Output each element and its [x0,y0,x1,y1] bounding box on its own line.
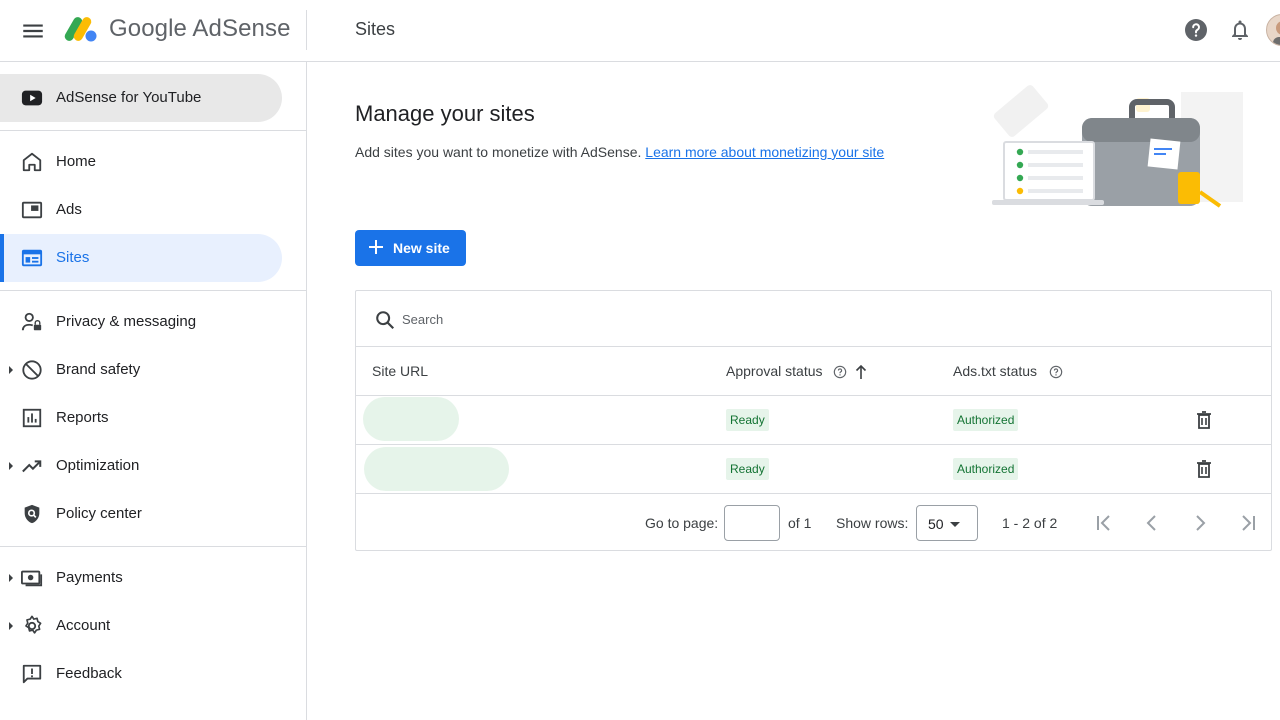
brand-name: Google AdSense [109,15,291,42]
privacy-icon [21,312,42,331]
sidebar-item-brand-safety[interactable]: Brand safety [0,346,282,394]
total-pages-text: of 1 [788,515,812,531]
expand-caret-icon [9,622,13,630]
sidebar-divider [0,130,306,131]
sidebar-item-policy-center[interactable]: Policy center [0,490,282,538]
approval-status-badge: Ready [726,458,769,480]
rows-per-page-select[interactable]: 50 [916,505,978,541]
gear-icon [25,615,42,634]
sort-ascending-arrow-icon[interactable] [854,364,868,380]
description-text: Add sites you want to monetize with AdSe… [355,144,642,160]
sidebar-item-payments[interactable]: Payments [0,554,282,602]
block-icon [22,360,42,380]
help-outline-icon[interactable] [1049,365,1063,379]
sidebar-item-label: Policy center [56,505,142,522]
sidebar-item-label: Payments [56,569,123,586]
sites-icon [21,249,43,267]
column-header-site-url[interactable]: Site URL [372,363,428,379]
hamburger-menu-icon[interactable] [20,18,46,44]
dropdown-arrow-icon [950,522,960,527]
next-page-icon[interactable] [1188,511,1212,535]
sidebar-divider [0,290,306,291]
approval-status-badge: Ready [726,409,769,431]
sidebar-item-label: Optimization [56,457,140,474]
manage-sites-description: Add sites you want to monetize with AdSe… [355,144,884,160]
delete-trash-icon[interactable] [1194,459,1214,479]
sidebar-item-ads[interactable]: Ads [0,186,282,234]
sites-table: Site URL Approval status Ads.txt status … [355,290,1272,551]
page-number-input[interactable] [724,505,780,541]
expand-caret-icon [9,574,13,582]
sidebar-nav: AdSense for YouTube Home Ads Sites Priva… [0,62,307,720]
sidebar-item-label: Privacy & messaging [56,313,197,330]
bar-chart-icon [22,408,42,428]
sidebar-divider [0,546,306,547]
site-url-redacted[interactable] [363,397,459,441]
adsense-logo-icon [64,17,97,42]
plus-icon [369,240,383,254]
avatar-person-icon [1273,21,1280,45]
site-url-redacted[interactable] [364,447,509,491]
search-input[interactable] [402,305,802,333]
sidebar-item-label: Home [56,153,97,170]
first-page-icon[interactable] [1092,511,1116,535]
youtube-icon [21,90,43,106]
divider [356,346,1271,347]
account-avatar[interactable] [1266,14,1280,46]
new-site-label: New site [393,240,450,256]
policy-shield-icon [24,504,40,524]
new-site-button[interactable]: New site [355,230,466,266]
help-icon[interactable] [1184,18,1208,42]
page-title: Sites [355,19,396,39]
sidebar-item-label: AdSense for YouTube [56,89,202,106]
feedback-icon [22,664,42,684]
column-header-approval-status[interactable]: Approval status [726,363,823,379]
ads-icon [21,201,43,219]
last-page-icon[interactable] [1236,511,1260,535]
home-icon [22,152,42,172]
divider [356,395,1271,396]
go-to-page-label: Go to page: [645,515,719,531]
trending-up-icon [22,460,42,473]
sidebar-item-sites[interactable]: Sites [0,234,282,282]
column-header-ads-txt-status[interactable]: Ads.txt status [953,363,1037,379]
sidebar-item-label: Sites [56,249,90,266]
previous-page-icon[interactable] [1140,511,1164,535]
top-divider [306,10,307,50]
learn-more-link[interactable]: Learn more about monetizing your site [645,144,884,160]
sidebar-item-feedback[interactable]: Feedback [0,650,282,698]
payments-icon [21,570,43,587]
pagination-range: 1 - 2 of 2 [1002,515,1058,531]
sidebar-item-adsense-for-youtube[interactable]: AdSense for YouTube [0,74,282,122]
divider [356,444,1271,445]
show-rows-label: Show rows: [836,515,909,531]
rows-per-page-value: 50 [928,516,944,532]
expand-caret-icon [9,462,13,470]
manage-sites-heading: Manage your sites [355,101,535,126]
sites-illustration [992,85,1243,208]
sidebar-item-label: Brand safety [56,361,141,378]
sidebar-item-label: Feedback [56,665,122,682]
search-icon [376,311,395,330]
sidebar-item-label: Account [56,617,111,634]
expand-caret-icon [9,366,13,374]
sidebar-item-reports[interactable]: Reports [0,394,282,442]
sidebar-item-optimization[interactable]: Optimization [0,442,282,490]
sidebar-item-account[interactable]: Account [0,602,282,650]
sidebar-item-label: Reports [56,409,109,426]
sidebar-item-privacy-messaging[interactable]: Privacy & messaging [0,298,282,346]
top-app-bar: Google AdSense Sites [0,0,1280,62]
sidebar-item-label: Ads [56,201,82,218]
divider [356,493,1271,494]
ads-txt-status-badge: Authorized [953,458,1019,480]
notifications-bell-icon[interactable] [1228,18,1252,42]
sidebar-item-home[interactable]: Home [0,138,282,186]
delete-trash-icon[interactable] [1194,410,1214,430]
ads-txt-status-badge: Authorized [953,409,1019,431]
help-outline-icon[interactable] [833,365,847,379]
